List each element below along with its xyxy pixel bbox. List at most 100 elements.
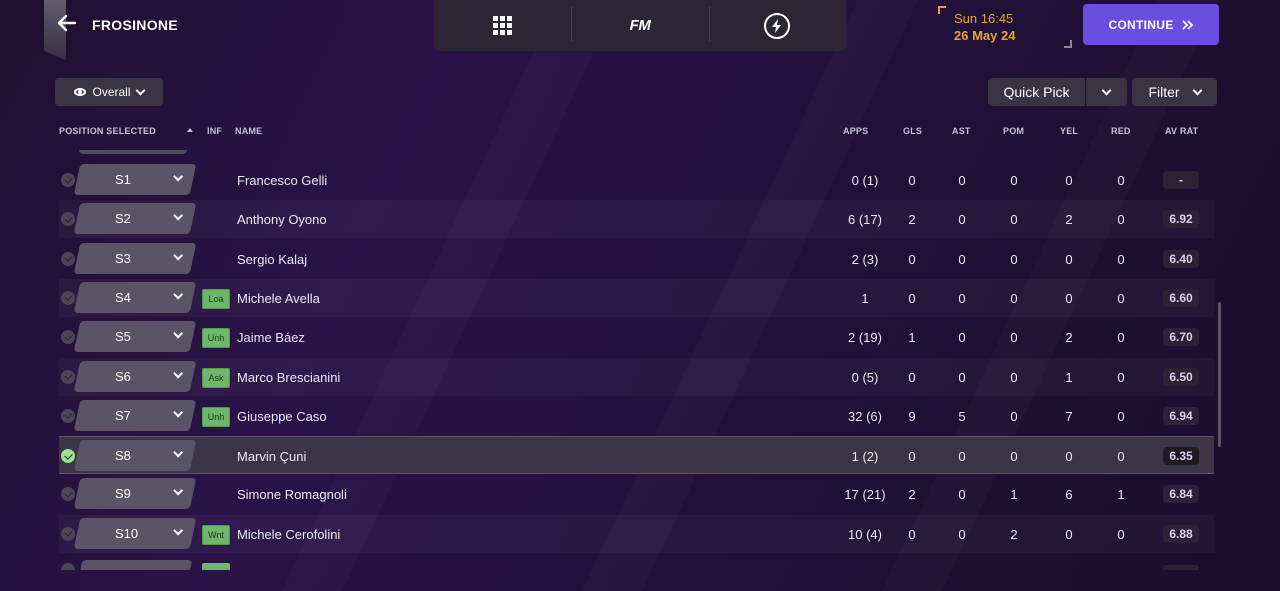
cell-gls: 0 (908, 173, 916, 188)
table-row[interactable]: S6 Ask Marco Brescianini 0 (5) 0 0 0 1 0 6.50 (59, 358, 1214, 396)
cell-pom: 0 (1010, 330, 1018, 346)
quick-pick-dropdown[interactable] (1086, 78, 1127, 106)
col-red[interactable]: RED (1111, 126, 1131, 136)
cell-pom: 0 (1010, 408, 1018, 424)
row-select-checkbox[interactable] (61, 290, 75, 305)
position-dropdown[interactable]: S8 (73, 440, 197, 472)
player-name[interactable]: Sergio Kalaj (237, 252, 307, 267)
game-date[interactable]: Sun 16:45 26 May 24 (938, 6, 1072, 48)
table-row[interactable]: S2 Anthony Oyono 6 (17) 2 0 0 2 0 6.92 (59, 200, 1214, 238)
table-row[interactable]: S3 Sergio Kalaj 2 (3) 0 0 0 0 0 6.40 (59, 240, 1214, 278)
chevron-down-icon (173, 171, 184, 182)
partial-row-bottom (59, 559, 1214, 570)
cell-gls: 9 (908, 408, 916, 424)
eye-icon (74, 88, 87, 96)
cell-pom: 0 (1010, 369, 1018, 385)
cell-ast: 5 (958, 408, 966, 424)
player-name[interactable]: Marco Brescianini (237, 370, 340, 385)
cell-apps: 2 (19) (848, 330, 882, 346)
inf-badge[interactable]: Wnt (202, 524, 230, 545)
cell-pom: 0 (1010, 173, 1018, 188)
table-row[interactable]: S7 Unh Giuseppe Caso 32 (6) 9 5 0 7 0 6.94 (59, 397, 1214, 435)
table-row[interactable]: S4 Loa Michele Avella 1 0 0 0 0 0 6.60 (59, 279, 1214, 317)
cell-yel: 0 (1065, 290, 1073, 306)
col-ast[interactable]: AST (952, 126, 971, 136)
cell-gls: 1 (908, 330, 916, 346)
row-select-checkbox[interactable] (61, 449, 75, 464)
row-select-checkbox[interactable] (61, 408, 75, 423)
quick-pick-button[interactable]: Quick Pick (988, 78, 1085, 106)
table-row[interactable]: S9 Simone Romagnoli 17 (21) 2 0 1 6 1 6.84 (59, 475, 1214, 513)
cell-avrat: 6.92 (1163, 210, 1199, 229)
sort-ascending-icon (187, 128, 193, 132)
continue-button[interactable]: CONTINUE (1083, 4, 1219, 45)
col-name[interactable]: NAME (235, 126, 262, 136)
lightning-button[interactable] (708, 0, 846, 51)
col-inf[interactable]: INF (207, 126, 222, 136)
col-position[interactable]: POSITION SELECTED (59, 126, 156, 136)
cell-gls: 2 (908, 487, 916, 503)
position-label: S5 (115, 329, 131, 345)
cell-avrat: 6.84 (1163, 485, 1199, 504)
inf-badge[interactable]: Unh (202, 328, 230, 349)
chevron-down-icon (173, 328, 184, 339)
chevron-down-icon (173, 250, 184, 261)
grid-menu-icon (493, 16, 513, 35)
view-dropdown[interactable]: Overall (55, 78, 163, 106)
position-dropdown[interactable]: S2 (73, 203, 197, 235)
col-avrat[interactable]: AV RAT (1165, 126, 1198, 136)
table-row[interactable]: S1 Francesco Gelli 0 (1) 0 0 0 0 0 - (59, 161, 1214, 199)
position-dropdown[interactable]: S3 (73, 242, 197, 274)
cell-ast: 0 (958, 369, 966, 385)
row-select-checkbox[interactable] (61, 251, 75, 266)
table-row[interactable]: S8 Marvin Çuni 1 (2) 0 0 0 0 0 6.35 (59, 436, 1214, 475)
center-navigation: FM (434, 0, 846, 51)
cell-yel: 0 (1065, 173, 1073, 188)
inf-badge[interactable]: Unh (202, 406, 230, 427)
squad-table: S1 Francesco Gelli 0 (1) 0 0 0 0 0 - S2 Anthony Oy… (59, 150, 1214, 570)
chevron-down-icon (1192, 85, 1203, 95)
arrow-left-icon (57, 14, 77, 32)
row-select-checkbox[interactable] (61, 212, 75, 227)
row-select-checkbox[interactable] (61, 526, 75, 541)
position-label: S2 (115, 211, 131, 227)
position-dropdown[interactable]: S6 (73, 360, 197, 392)
col-gls[interactable]: GLS (903, 126, 922, 136)
position-dropdown[interactable]: S10 (73, 517, 197, 549)
player-name[interactable]: Marvin Çuni (237, 449, 306, 464)
filter-button[interactable]: Filter (1132, 78, 1217, 106)
cell-red: 1 (1117, 487, 1125, 503)
player-name[interactable]: Francesco Gelli (237, 173, 327, 188)
row-select-checkbox[interactable] (61, 369, 75, 384)
player-name[interactable]: Simone Romagnoli (237, 487, 347, 502)
row-select-checkbox[interactable] (61, 330, 75, 345)
player-name[interactable]: Giuseppe Caso (237, 409, 327, 424)
position-dropdown[interactable]: S5 (73, 321, 197, 353)
cell-ast: 0 (958, 173, 966, 188)
position-dropdown[interactable]: S9 (73, 478, 197, 510)
player-name[interactable]: Michele Avella (237, 291, 320, 306)
chevron-down-icon (1101, 85, 1112, 95)
row-select-checkbox[interactable] (61, 173, 75, 187)
fm-home-button[interactable]: FM (571, 0, 708, 51)
menu-grid-button[interactable] (434, 0, 571, 51)
inf-badge[interactable]: Loa (202, 288, 230, 309)
table-scrollbar[interactable] (1218, 302, 1221, 447)
position-dropdown[interactable]: S7 (73, 399, 197, 431)
row-select-checkbox[interactable] (61, 487, 75, 502)
col-yel[interactable]: YEL (1060, 126, 1078, 136)
col-apps[interactable]: APPS (843, 126, 868, 136)
position-label: S7 (115, 407, 131, 423)
position-dropdown[interactable]: S1 (73, 164, 197, 195)
filter-label: Filter (1148, 84, 1180, 100)
position-dropdown[interactable]: S4 (73, 281, 197, 313)
col-pom[interactable]: POM (1003, 126, 1024, 136)
player-name[interactable]: Anthony Oyono (237, 212, 327, 227)
club-name[interactable]: FROSINONE (92, 17, 178, 33)
player-name[interactable]: Jaime Báez (237, 330, 305, 345)
player-name[interactable]: Michele Cerofolini (237, 527, 340, 542)
inf-badge[interactable]: Ask (202, 367, 230, 388)
back-button[interactable] (56, 12, 82, 38)
table-row[interactable]: S5 Unh Jaime Báez 2 (19) 1 0 0 2 0 6.70 (59, 318, 1214, 356)
table-row[interactable]: S10 Wnt Michele Cerofolini 10 (4) 0 0 2 0 0 6.88 (59, 515, 1214, 553)
